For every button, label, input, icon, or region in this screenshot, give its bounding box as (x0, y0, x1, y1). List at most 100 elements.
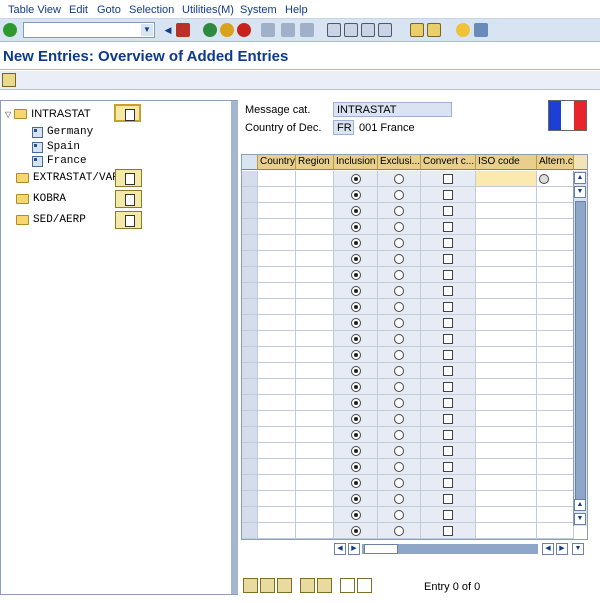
new-entry-icon[interactable] (340, 578, 355, 593)
iso-code-cell[interactable] (476, 507, 537, 523)
inclusion-cell[interactable] (334, 347, 378, 363)
scroll-down-icon[interactable]: ▼ (572, 543, 584, 555)
convert-cell[interactable] (421, 363, 476, 379)
new-entries-button[interactable] (115, 169, 142, 187)
exclusion-cell[interactable] (378, 491, 421, 507)
convert-cell[interactable] (421, 315, 476, 331)
inclusion-radio[interactable] (351, 270, 361, 280)
iso-code-cell[interactable] (476, 459, 537, 475)
inclusion-radio[interactable] (351, 334, 361, 344)
altern-cell[interactable] (537, 299, 574, 315)
country-cell[interactable] (258, 443, 296, 459)
find-icon[interactable] (281, 23, 295, 37)
iso-code-cell[interactable] (476, 523, 537, 539)
row-selector[interactable] (242, 475, 258, 491)
new-entries-button[interactable] (114, 104, 141, 122)
iso-code-cell[interactable] (476, 267, 537, 283)
menu-utilities[interactable]: Utilities(M) (182, 4, 234, 16)
inclusion-radio[interactable] (351, 398, 361, 408)
iso-code-cell[interactable] (476, 331, 537, 347)
exclusion-radio[interactable] (394, 190, 404, 200)
exclusion-radio[interactable] (394, 494, 404, 504)
altern-cell[interactable] (537, 187, 574, 203)
scroll-thumb[interactable] (364, 544, 398, 554)
altern-cell[interactable] (537, 411, 574, 427)
country-cell[interactable] (258, 475, 296, 491)
exclusion-radio[interactable] (394, 270, 404, 280)
region-cell[interactable] (296, 331, 334, 347)
new-entries-button[interactable] (115, 211, 142, 229)
convert-cell[interactable] (421, 395, 476, 411)
convert-cell[interactable] (421, 251, 476, 267)
exclusion-radio[interactable] (394, 398, 404, 408)
exclusion-radio[interactable] (394, 366, 404, 376)
exclusion-cell[interactable] (378, 507, 421, 523)
inclusion-cell[interactable] (334, 427, 378, 443)
altern-cell[interactable] (537, 251, 574, 267)
tree-node-extrastat[interactable]: EXTRASTAT/VAR (16, 169, 119, 187)
convert-checkbox[interactable] (443, 206, 453, 216)
convert-checkbox[interactable] (443, 366, 453, 376)
region-cell[interactable] (296, 459, 334, 475)
new-session-icon[interactable] (410, 23, 424, 37)
exclusion-cell[interactable] (378, 187, 421, 203)
region-cell[interactable] (296, 427, 334, 443)
convert-cell[interactable] (421, 507, 476, 523)
inclusion-radio[interactable] (351, 206, 361, 216)
inclusion-radio[interactable] (351, 350, 361, 360)
scroll-down-icon[interactable]: ▼ (574, 513, 586, 525)
inclusion-cell[interactable] (334, 283, 378, 299)
convert-checkbox[interactable] (443, 462, 453, 472)
menu-help[interactable]: Help (285, 4, 308, 16)
exclusion-radio[interactable] (394, 430, 404, 440)
convert-checkbox[interactable] (443, 414, 453, 424)
iso-code-cell[interactable] (476, 171, 537, 187)
altern-cell[interactable] (537, 219, 574, 235)
table-horizontal-scrollbar[interactable]: ◀ ▶ ◀ ▶ ▼ (334, 543, 586, 555)
altern-cell[interactable] (537, 315, 574, 331)
inclusion-radio[interactable] (351, 510, 361, 520)
tree-node-kobra[interactable]: KOBRA (16, 190, 66, 208)
convert-checkbox[interactable] (443, 302, 453, 312)
scroll-down-icon[interactable]: ▼ (574, 186, 586, 198)
exclusion-radio[interactable] (394, 302, 404, 312)
region-cell[interactable] (296, 379, 334, 395)
inclusion-radio[interactable] (351, 366, 361, 376)
exclusion-radio[interactable] (394, 350, 404, 360)
iso-code-cell[interactable] (476, 251, 537, 267)
iso-code-cell[interactable] (476, 411, 537, 427)
exclusion-cell[interactable] (378, 427, 421, 443)
save-icon[interactable] (176, 23, 190, 37)
iso-code-cell[interactable] (476, 235, 537, 251)
inclusion-cell[interactable] (334, 219, 378, 235)
row-selector[interactable] (242, 299, 258, 315)
country-cell[interactable] (258, 507, 296, 523)
altern-cell[interactable] (537, 443, 574, 459)
convert-checkbox[interactable] (443, 446, 453, 456)
column-settings-icon[interactable] (574, 155, 587, 170)
exclusion-cell[interactable] (378, 395, 421, 411)
country-cell[interactable] (258, 315, 296, 331)
inclusion-radio[interactable] (351, 478, 361, 488)
exclusion-cell[interactable] (378, 171, 421, 187)
region-cell[interactable] (296, 363, 334, 379)
altern-cell[interactable] (537, 363, 574, 379)
inclusion-cell[interactable] (334, 299, 378, 315)
back-icon[interactable] (203, 23, 217, 37)
exclusion-cell[interactable] (378, 443, 421, 459)
convert-cell[interactable] (421, 475, 476, 491)
exclusion-cell[interactable] (378, 363, 421, 379)
country-cell[interactable] (258, 459, 296, 475)
column-header-region[interactable]: Region (296, 155, 334, 170)
column-header-inclusion[interactable]: Inclusion (334, 155, 378, 170)
convert-cell[interactable] (421, 283, 476, 299)
convert-cell[interactable] (421, 219, 476, 235)
shortcut-icon[interactable] (427, 23, 441, 37)
convert-checkbox[interactable] (443, 286, 453, 296)
convert-checkbox[interactable] (443, 334, 453, 344)
convert-cell[interactable] (421, 427, 476, 443)
row-selector[interactable] (242, 267, 258, 283)
exclusion-radio[interactable] (394, 238, 404, 248)
inclusion-cell[interactable] (334, 411, 378, 427)
iso-code-cell[interactable] (476, 203, 537, 219)
